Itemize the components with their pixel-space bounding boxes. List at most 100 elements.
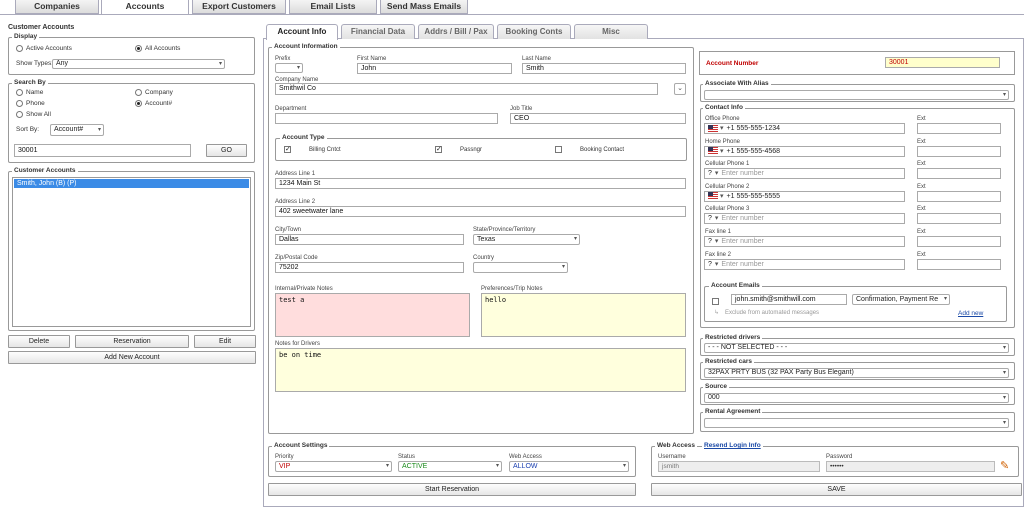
sort-by-select[interactable]: Account# ▾: [50, 124, 104, 136]
phone-input[interactable]: ▾ +1 555-555-5555: [704, 190, 905, 202]
restricted-cars-value: 32PAX PRTY BUS (32 PAX Party Bus Elegant…: [708, 369, 854, 376]
pencil-icon[interactable]: ✎: [1000, 459, 1009, 472]
search-input[interactable]: 30001: [14, 144, 191, 157]
phone-input[interactable]: ? ▾ Enter number: [704, 213, 905, 225]
zip-input[interactable]: 75202: [275, 262, 464, 273]
prefix-select[interactable]: ▾: [275, 63, 303, 73]
add-new-account-button[interactable]: Add New Account: [8, 351, 256, 364]
us-flag-icon[interactable]: [708, 124, 718, 132]
active-accounts-radio[interactable]: [16, 45, 23, 52]
restricted-drivers-select[interactable]: - - - NOT SELECTED - - - ▾: [704, 343, 1009, 353]
job-title-input[interactable]: CEO: [510, 113, 686, 124]
tab-companies[interactable]: Companies: [15, 0, 99, 14]
priority-select[interactable]: VIP ▾: [275, 461, 392, 472]
country-select[interactable]: ▾: [473, 262, 568, 273]
search-account-radio[interactable]: [135, 100, 142, 107]
customer-accounts-list[interactable]: Smith, John (B) (P): [12, 177, 251, 327]
chevron-down-icon[interactable]: ▾: [720, 193, 724, 200]
address-line-1-input[interactable]: 1234 Main St: [275, 178, 686, 189]
booking-contact-checkbox[interactable]: [555, 146, 562, 153]
us-flag-icon[interactable]: [708, 147, 718, 155]
preferences-textarea[interactable]: hello: [481, 293, 686, 337]
email-type-select[interactable]: Confirmation, Payment Re ▾: [852, 294, 950, 305]
unknown-country-icon[interactable]: ?: [708, 170, 712, 177]
ext-input[interactable]: [917, 145, 1001, 157]
phone-input[interactable]: ? ▾ Enter number: [704, 236, 905, 247]
drivers-notes-textarea[interactable]: be on time: [275, 348, 686, 392]
unknown-country-icon[interactable]: ?: [708, 238, 712, 245]
search-phone-label: Phone: [26, 100, 45, 107]
restricted-cars-select[interactable]: 32PAX PRTY BUS (32 PAX Party Bus Elegant…: [704, 368, 1009, 378]
unknown-country-icon[interactable]: ?: [708, 215, 712, 222]
internal-notes-textarea[interactable]: test a: [275, 293, 470, 337]
rental-agreement-select[interactable]: ▾: [704, 418, 1009, 428]
ext-input[interactable]: [917, 236, 1001, 247]
alias-select[interactable]: ▾: [704, 90, 1009, 100]
chevron-down-icon[interactable]: ▾: [715, 215, 719, 222]
source-value: 000: [708, 394, 720, 401]
passenger-checkbox[interactable]: ✓: [435, 146, 442, 153]
status-select[interactable]: ACTIVE ▾: [398, 461, 502, 472]
address-line-2-input[interactable]: 402 sweetwater lane: [275, 206, 686, 217]
tab-email-lists[interactable]: Email Lists: [289, 0, 377, 14]
add-new-email-link[interactable]: Add new: [958, 310, 983, 317]
company-name-input[interactable]: Smithwil Co: [275, 83, 658, 95]
search-show-all-radio[interactable]: [16, 111, 23, 118]
chevron-down-icon[interactable]: ⌄: [674, 83, 686, 95]
search-name-label: Name: [26, 89, 44, 96]
search-company-radio[interactable]: [135, 89, 142, 96]
last-name-input[interactable]: Smith: [522, 63, 686, 74]
chevron-down-icon[interactable]: ▾: [715, 261, 719, 268]
chevron-down-icon[interactable]: ▾: [715, 238, 719, 245]
account-number-input[interactable]: 30001: [885, 57, 1000, 68]
ext-input[interactable]: [917, 258, 1001, 270]
tab-send-mass-emails[interactable]: Send Mass Emails: [380, 0, 468, 14]
chevron-down-icon[interactable]: ▾: [720, 125, 724, 132]
source-select[interactable]: 000 ▾: [704, 393, 1009, 403]
department-input[interactable]: [275, 113, 498, 124]
username-input[interactable]: jsmith: [658, 461, 820, 472]
tab-account-info[interactable]: Account Info: [266, 24, 338, 40]
phone-input[interactable]: ▾ +1 555-555-4568: [704, 145, 905, 157]
billing-contact-checkbox[interactable]: ✓: [284, 146, 291, 153]
delete-button[interactable]: Delete: [8, 335, 70, 348]
ext-input[interactable]: [917, 168, 1001, 180]
subdirectory-arrow-icon: ↳: [714, 310, 720, 316]
us-flag-icon[interactable]: [708, 192, 718, 200]
tab-misc[interactable]: Misc: [574, 24, 648, 39]
tab-accounts[interactable]: Accounts: [101, 0, 189, 15]
search-phone-radio[interactable]: [16, 100, 23, 107]
first-name-input[interactable]: John: [357, 63, 512, 74]
ext-input[interactable]: [917, 123, 1001, 134]
chevron-down-icon[interactable]: ▾: [720, 148, 724, 155]
search-name-radio[interactable]: [16, 89, 23, 96]
tab-export-customers[interactable]: Export Customers: [192, 0, 286, 14]
show-types-select[interactable]: Any ▾: [52, 59, 225, 69]
city-input[interactable]: Dallas: [275, 234, 464, 245]
all-accounts-radio[interactable]: [135, 45, 142, 52]
ext-input[interactable]: [917, 213, 1001, 225]
chevron-down-icon[interactable]: ▾: [715, 170, 719, 177]
list-item[interactable]: Smith, John (B) (P): [14, 179, 249, 188]
state-select[interactable]: Texas ▾: [473, 234, 580, 245]
phone-input[interactable]: ? ▾ Enter number: [704, 168, 905, 180]
go-button[interactable]: GO: [206, 144, 247, 157]
start-reservation-button[interactable]: Start Reservation: [268, 483, 636, 496]
edit-button[interactable]: Edit: [194, 335, 256, 348]
email-input[interactable]: john.smith@smithwill.com: [731, 294, 847, 305]
phone-input[interactable]: ? ▾ Enter number: [704, 258, 905, 270]
ext-input[interactable]: [917, 190, 1001, 202]
email-checkbox[interactable]: [712, 298, 719, 305]
phone-input[interactable]: ▾ +1 555-555-1234: [704, 123, 905, 134]
tab-booking-conts[interactable]: Booking Conts: [497, 24, 571, 39]
password-input[interactable]: ••••••: [826, 461, 995, 472]
reservation-button[interactable]: Reservation: [75, 335, 189, 348]
web-access-select[interactable]: ALLOW ▾: [509, 461, 629, 472]
resend-login-link[interactable]: Resend Login Info: [702, 442, 763, 449]
unknown-country-icon[interactable]: ?: [708, 261, 712, 268]
tab-financial-data[interactable]: Financial Data: [341, 24, 415, 39]
save-button[interactable]: SAVE: [651, 483, 1022, 496]
country-label: Country: [473, 255, 495, 261]
prefix-label: Prefix: [275, 56, 291, 62]
tab-addrs-bill-pax[interactable]: Addrs / Bill / Pax: [418, 24, 494, 39]
